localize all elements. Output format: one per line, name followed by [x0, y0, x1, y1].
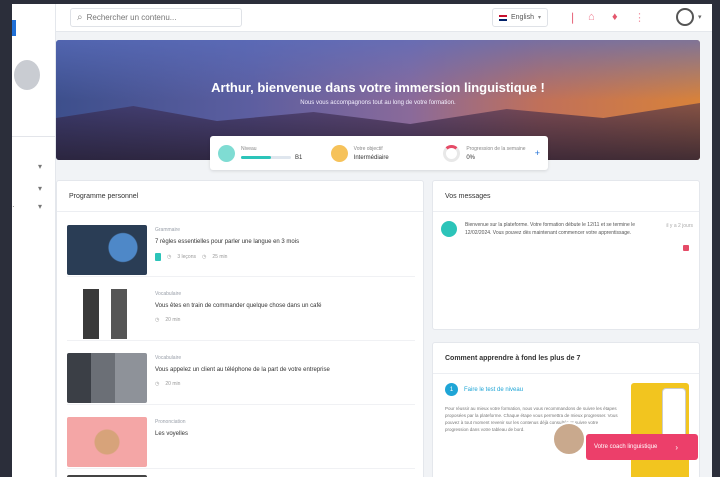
stat-label: Progression de la semaine [466, 145, 526, 152]
list-item[interactable]: Vocabulaire Vous appelez un client au té… [67, 351, 415, 405]
chevron-down-icon[interactable]: ▾ [38, 202, 42, 211]
item-title: Les voyelles [155, 431, 189, 437]
user-avatar-icon[interactable] [676, 8, 694, 26]
item-meta: 20 min [165, 317, 181, 323]
add-icon[interactable]: + [535, 148, 540, 158]
sidebar-avatar[interactable] [14, 60, 40, 90]
help-icon[interactable]: ❘ [568, 11, 577, 24]
step-link[interactable]: Faire le test de niveau [464, 387, 523, 393]
search-bar[interactable]: ⌕ [70, 8, 242, 27]
lesson-thumbnail [67, 225, 147, 275]
clock-icon: ◷ [155, 317, 160, 323]
item-category: Grammaire [155, 227, 181, 233]
message-date: il y a 2 jours [666, 223, 693, 229]
item-meta: 25 min [212, 254, 228, 260]
item-category: Prononciation [155, 419, 186, 425]
messages-panel: Vos messages Bienvenue sur la plateforme… [432, 180, 700, 330]
menu-item-icon[interactable]: · [12, 202, 15, 211]
clock-icon: ◷ [167, 254, 172, 260]
badge-icon [155, 253, 161, 261]
panel-title: Vos messages [445, 193, 491, 200]
sidebar: ▾ ▾ · ▾ [12, 4, 56, 477]
language-selector[interactable]: English ▾ [492, 8, 548, 27]
coach-button-label: Votre coach linguistique [594, 444, 658, 450]
item-meta: 3 leçons [177, 254, 196, 260]
sidebar-divider [12, 136, 56, 137]
hero-subtitle: Nous vous accompagnons tout au long de v… [300, 100, 456, 106]
divider [433, 211, 699, 212]
chevron-down-icon[interactable]: ▾ [698, 13, 702, 21]
settings-icon[interactable]: ⋮ [634, 11, 645, 24]
clock-icon: ◷ [155, 381, 160, 387]
list-item[interactable]: Vocabulaire Vous êtes en train de comman… [67, 287, 415, 341]
list-item[interactable]: Prononciation Les voyelles [67, 415, 415, 469]
divider [433, 373, 699, 374]
chevron-down-icon[interactable]: ▾ [38, 162, 42, 171]
logo [12, 20, 16, 36]
coach-button[interactable]: Votre coach linguistique › [586, 434, 698, 460]
topbar: ⌕ English ▾ ❘ ⌂ ♦ ⋮ ▾ [56, 4, 712, 32]
unread-indicator [683, 245, 689, 251]
panel-title: Programme personnel [69, 193, 139, 200]
stat-label: Niveau [241, 145, 257, 152]
item-category: Vocabulaire [155, 291, 182, 297]
stat-value: Intermédiaire [353, 154, 389, 161]
stat-progress: Progression de la semaine 0% + [435, 136, 548, 170]
arrow-icon: › [675, 442, 679, 452]
hero-title: Arthur, bienvenue dans votre immersion l… [211, 80, 545, 95]
stat-value: 0% [466, 154, 476, 161]
phone-illustration [631, 383, 689, 477]
message-text: Bienvenue sur la plateforme. Votre forma… [465, 222, 636, 236]
notification-icon[interactable]: ♦ [612, 11, 618, 23]
item-category: Vocabulaire [155, 355, 182, 361]
step-item[interactable]: 1 Faire le test de niveau [445, 383, 523, 396]
chevron-down-icon[interactable]: ▾ [38, 184, 42, 193]
item-title: Vous êtes en train de commander quelque … [155, 303, 322, 309]
flag-icon [499, 14, 507, 21]
message-item[interactable]: Bienvenue sur la plateforme. Votre forma… [441, 221, 693, 271]
search-input[interactable] [86, 13, 227, 22]
app-window: ▾ ▾ · ▾ ⌕ English ▾ ❘ ⌂ ♦ ⋮ ▾ Arthur, bi… [12, 4, 712, 477]
message-avatar-icon [441, 221, 457, 237]
lesson-thumbnail [67, 417, 147, 467]
stat-level: Niveau B1 [210, 136, 323, 170]
objective-icon [330, 144, 348, 162]
item-title: 7 règles essentielles pour parler une la… [155, 239, 300, 245]
item-title: Vous appelez un client au téléphone de l… [155, 367, 330, 373]
language-label: English [511, 14, 534, 21]
programme-panel: Programme personnel Grammaire 7 règles e… [56, 180, 424, 477]
progress-gauge-icon [443, 144, 461, 162]
level-progress-bar [241, 156, 291, 159]
chevron-down-icon: ▾ [537, 15, 541, 21]
messages-icon[interactable]: ⌂ [588, 11, 595, 23]
list-item[interactable]: Grammaire 7 règles essentielles pour par… [67, 223, 415, 277]
lesson-thumbnail [67, 353, 147, 403]
search-icon: ⌕ [77, 12, 83, 23]
stats-card: Niveau B1 Votre objectif Intermédiaire P… [210, 136, 548, 170]
step-number: 1 [445, 383, 458, 396]
list-item[interactable] [67, 473, 415, 477]
stat-value: B1 [295, 154, 303, 161]
tips-body: Pour réussir au mieux votre formation, n… [445, 406, 618, 432]
coach-avatar[interactable] [552, 422, 586, 456]
stat-label: Votre objectif [353, 145, 383, 152]
clock-icon: ◷ [202, 254, 207, 260]
lesson-thumbnail [67, 289, 147, 339]
level-icon [218, 144, 235, 162]
divider [57, 211, 423, 212]
item-meta: 20 min [165, 381, 181, 387]
stat-objective: Votre objectif Intermédiaire [323, 136, 436, 170]
panel-title: Comment apprendre à fond les plus de 7 [445, 355, 581, 362]
